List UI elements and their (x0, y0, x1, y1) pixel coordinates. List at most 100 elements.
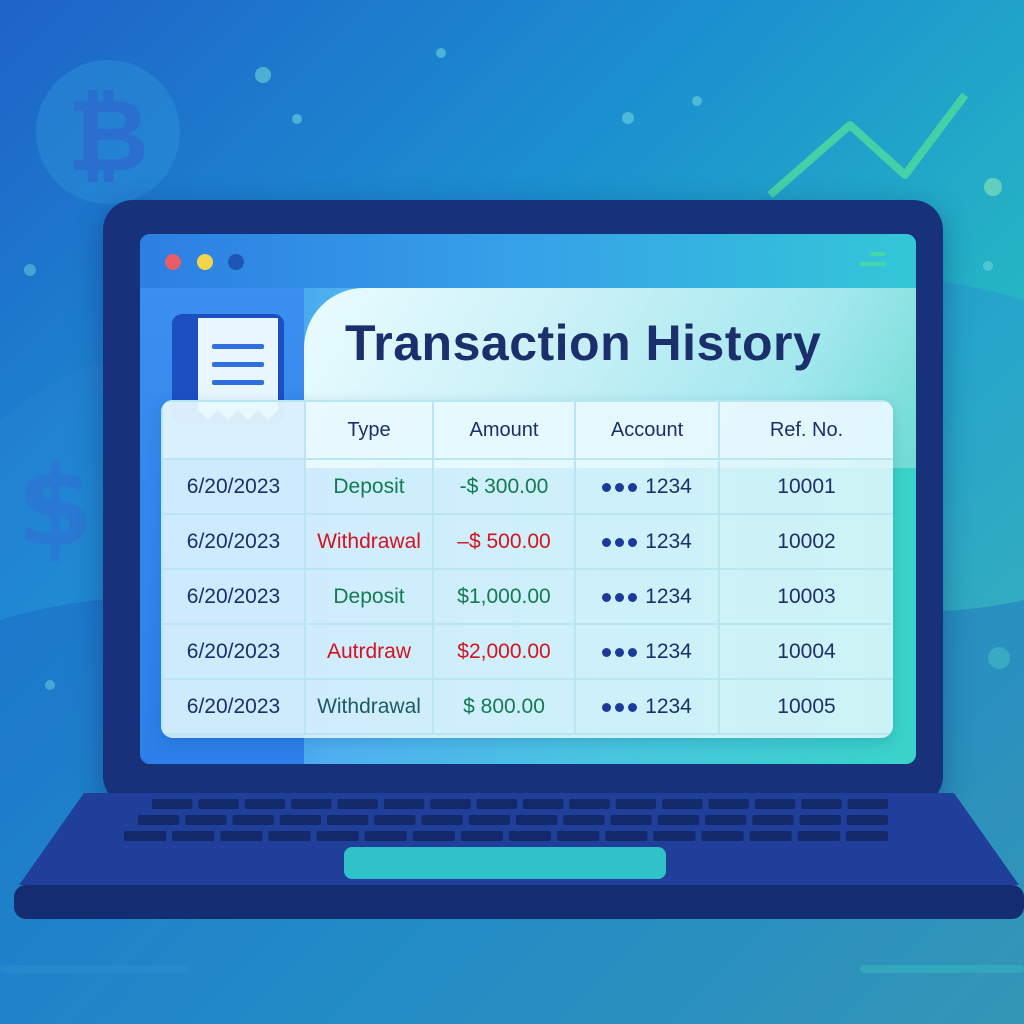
masked-dots-icon (602, 702, 638, 712)
key (468, 815, 510, 825)
bitcoin-icon: ₿ (36, 60, 180, 204)
account-cell: 1234 (574, 568, 720, 625)
dollar-icon: $ (17, 443, 94, 571)
account-cell: 1234 (574, 678, 720, 735)
key (563, 815, 605, 825)
date-cell: 6/20/2023 (161, 678, 306, 735)
key (509, 831, 552, 841)
type-cell: Deposit (304, 458, 434, 515)
account-number: 1234 (645, 475, 692, 499)
column-header-amount: Amount (432, 400, 576, 460)
key (847, 799, 888, 809)
key (799, 815, 841, 825)
account-number: 1234 (645, 585, 692, 609)
svg-text:$: $ (17, 443, 94, 571)
key (383, 799, 425, 809)
menu-icon[interactable] (860, 252, 886, 272)
key (460, 831, 503, 841)
key (220, 831, 263, 841)
key (523, 799, 564, 809)
date-cell: 6/20/2023 (161, 513, 306, 570)
key (610, 815, 652, 825)
key (152, 799, 193, 809)
date-cell: 6/20/2023 (161, 623, 306, 680)
key (337, 799, 378, 809)
key (615, 799, 657, 809)
key (412, 831, 455, 841)
key (138, 815, 180, 825)
trackpad (344, 847, 666, 879)
type-cell: Deposit (304, 568, 434, 625)
amount-cell: -$ 300.00 (432, 458, 576, 515)
ref-cell: 10001 (718, 458, 893, 515)
key (797, 831, 840, 841)
keyboard (14, 793, 1024, 919)
key (749, 831, 792, 841)
key (198, 799, 239, 809)
key (801, 799, 842, 809)
key (846, 815, 888, 825)
key (172, 831, 215, 841)
account-number: 1234 (645, 695, 692, 719)
key (845, 831, 888, 841)
key (364, 831, 407, 841)
masked-dots-icon (602, 482, 638, 492)
key (185, 815, 227, 825)
type-cell: Autrdraw (304, 623, 434, 680)
amount-cell: –$ 500.00 (432, 513, 576, 570)
key (605, 831, 648, 841)
type-cell: Withdrawal (304, 678, 434, 735)
column-header-account: Account (574, 400, 720, 460)
key (268, 831, 311, 841)
key (657, 815, 699, 825)
table-row[interactable]: 6/20/2023 Deposit $1,000.00 1234 10003 (161, 568, 893, 625)
key (653, 831, 696, 841)
masked-dots-icon (602, 647, 638, 657)
key (754, 799, 796, 809)
laptop-screen: Transaction History Type Amount Account … (140, 234, 916, 764)
table-row[interactable]: 6/20/2023 Withdrawal –$ 500.00 1234 1000… (161, 513, 893, 570)
key (662, 799, 703, 809)
maximize-dot-icon[interactable] (228, 254, 244, 270)
ref-cell: 10003 (718, 568, 893, 625)
key (569, 799, 610, 809)
key (476, 799, 517, 809)
minimize-dot-icon[interactable] (197, 254, 213, 270)
account-number: 1234 (645, 530, 692, 554)
key (701, 831, 744, 841)
key (421, 815, 463, 825)
account-cell: 1234 (574, 458, 720, 515)
date-cell: 6/20/2023 (161, 568, 306, 625)
account-cell: 1234 (574, 513, 720, 570)
key (244, 799, 286, 809)
key (124, 831, 167, 841)
key (557, 831, 600, 841)
table-row[interactable]: 6/20/2023 Deposit -$ 300.00 1234 10001 (161, 458, 893, 515)
column-header-type: Type (304, 400, 434, 460)
laptop-base (14, 785, 1024, 925)
amount-cell: $1,000.00 (432, 568, 576, 625)
close-dot-icon[interactable] (165, 254, 181, 270)
amount-cell: $ 800.00 (432, 678, 576, 735)
key (430, 799, 471, 809)
ref-cell: 10002 (718, 513, 893, 570)
table-header-row: Type Amount Account Ref. No. (161, 400, 893, 460)
account-cell: 1234 (574, 623, 720, 680)
key (705, 815, 747, 825)
window-titlebar (140, 234, 916, 288)
trend-line-icon (767, 92, 969, 199)
type-cell: Withdrawal (304, 513, 434, 570)
account-number: 1234 (645, 640, 692, 664)
table-row[interactable]: 6/20/2023 Withdrawal $ 800.00 1234 10005 (161, 678, 893, 735)
ref-cell: 10004 (718, 623, 893, 680)
date-cell: 6/20/2023 (161, 458, 306, 515)
column-header-ref: Ref. No. (718, 400, 893, 460)
key (516, 815, 558, 825)
key (752, 815, 794, 825)
table-row[interactable]: 6/20/2023 Autrdraw $2,000.00 1234 10004 (161, 623, 893, 680)
amount-cell: $2,000.00 (432, 623, 576, 680)
key (316, 831, 359, 841)
key (374, 815, 416, 825)
key (232, 815, 274, 825)
key (279, 815, 321, 825)
